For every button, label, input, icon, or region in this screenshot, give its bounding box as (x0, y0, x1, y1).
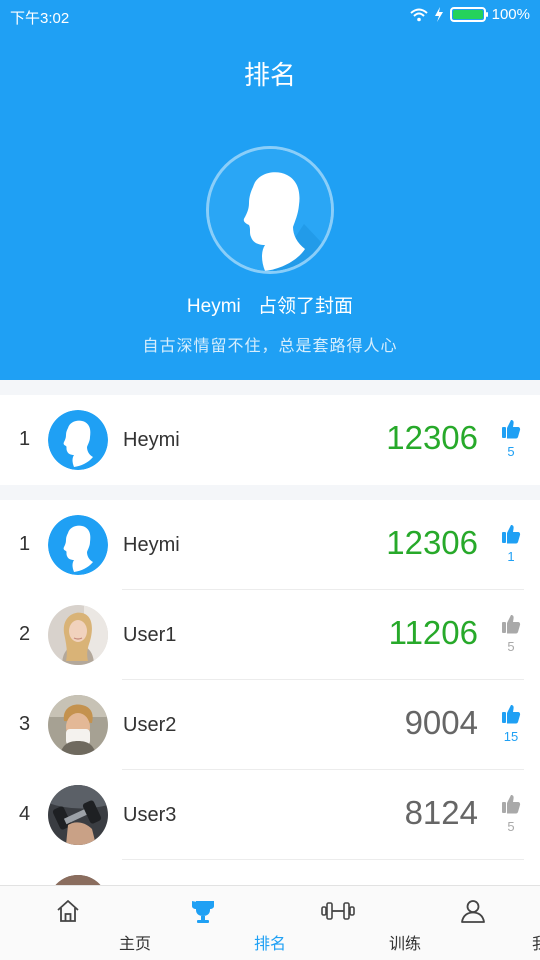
tab-ranking[interactable]: 排名 (135, 886, 286, 960)
tab-label: 我 (531, 936, 540, 953)
rank-number: 1 (19, 428, 31, 450)
user-name: Heymi (123, 534, 180, 556)
user-name: Heymi (123, 429, 180, 451)
like-count: 5 (507, 639, 515, 654)
default-avatar-icon (48, 410, 108, 470)
thumbs-up-icon (502, 525, 521, 544)
status-bar: 下午3:02 100% (0, 0, 540, 32)
score-value: 11206 (388, 614, 478, 651)
avatar[interactable] (48, 875, 108, 885)
thumbs-up-icon (502, 615, 521, 634)
thumbs-up-icon (502, 795, 521, 814)
score-value: 8124 (404, 794, 478, 831)
rank-number: 2 (19, 623, 31, 645)
status-time: 下午3:02 (10, 10, 70, 27)
battery-icon (449, 7, 488, 22)
leaderboard-row-partial[interactable] (0, 860, 540, 885)
leaderboard-list[interactable]: 1 Heymi 12306 1 2 User1 11206 5 3 User2 … (0, 500, 540, 885)
user-name: User3 (123, 804, 177, 826)
avatar[interactable] (48, 515, 108, 575)
leaderboard-row[interactable]: 4 User3 8124 5 (0, 770, 540, 860)
rank-number: 4 (19, 803, 31, 825)
like-button[interactable]: 5 (499, 614, 523, 654)
like-count: 1 (507, 549, 515, 564)
score-value: 12306 (386, 524, 478, 561)
avatar[interactable] (48, 605, 108, 665)
leaderboard-row[interactable]: 3 User2 9004 15 (0, 680, 540, 770)
user-photo-avatar (48, 695, 108, 755)
ranking-header: 排名 Heymi 占领了封面 自古深情留不住，总是套路得人心 (0, 0, 540, 380)
cover-text: 占领了封面 (258, 296, 354, 317)
person-icon (460, 900, 485, 923)
like-button[interactable]: 5 (499, 419, 523, 459)
charging-icon (434, 7, 443, 22)
like-count: 5 (507, 819, 515, 834)
cover-subtitle: 自古深情留不住，总是套路得人心 (142, 338, 398, 355)
score-value: 9004 (404, 704, 478, 741)
page-title: 排名 (243, 60, 296, 90)
trophy-icon (191, 901, 214, 923)
my-rank-card[interactable]: 1 Heymi 12306 5 (0, 395, 540, 485)
like-count: 5 (507, 444, 515, 459)
score-value: 12306 (386, 419, 478, 456)
like-button[interactable]: 5 (499, 794, 523, 834)
user-name: User2 (123, 714, 177, 736)
user-photo-avatar (48, 605, 108, 665)
cover-avatar[interactable] (206, 146, 334, 274)
default-avatar-icon (48, 515, 108, 575)
leaderboard-row[interactable]: 2 User1 11206 5 (0, 590, 540, 680)
home-icon (56, 900, 79, 922)
tab-home[interactable]: 主页 (0, 886, 151, 960)
default-avatar-icon (209, 149, 331, 271)
battery-percent: 100% (491, 6, 530, 23)
cover-caption: Heymi 占领了封面 (0, 291, 540, 318)
avatar[interactable] (48, 695, 108, 755)
thumbs-up-icon (502, 705, 521, 724)
rank-number: 1 (19, 533, 31, 555)
dumbbell-icon (320, 902, 355, 920)
bottom-tab-bar: 主页 排名 训练 我 (0, 885, 540, 960)
wifi-icon (409, 8, 428, 21)
user-name: User1 (123, 624, 177, 646)
like-button[interactable]: 15 (499, 704, 523, 744)
avatar[interactable] (48, 410, 108, 470)
avatar[interactable] (48, 785, 108, 845)
like-button[interactable]: 1 (499, 524, 523, 564)
user-photo-avatar (48, 785, 108, 845)
tab-training[interactable]: 训练 (270, 886, 421, 960)
user-photo-avatar (48, 875, 108, 885)
tab-me[interactable]: 我 (405, 886, 540, 960)
my-rank-row[interactable]: 1 Heymi 12306 5 (0, 395, 540, 485)
leaderboard-row[interactable]: 1 Heymi 12306 1 (0, 500, 540, 590)
rank-number: 3 (19, 713, 31, 735)
thumbs-up-icon (502, 420, 521, 439)
cover-user-name: Heymi (186, 296, 241, 317)
like-count: 15 (503, 729, 519, 744)
